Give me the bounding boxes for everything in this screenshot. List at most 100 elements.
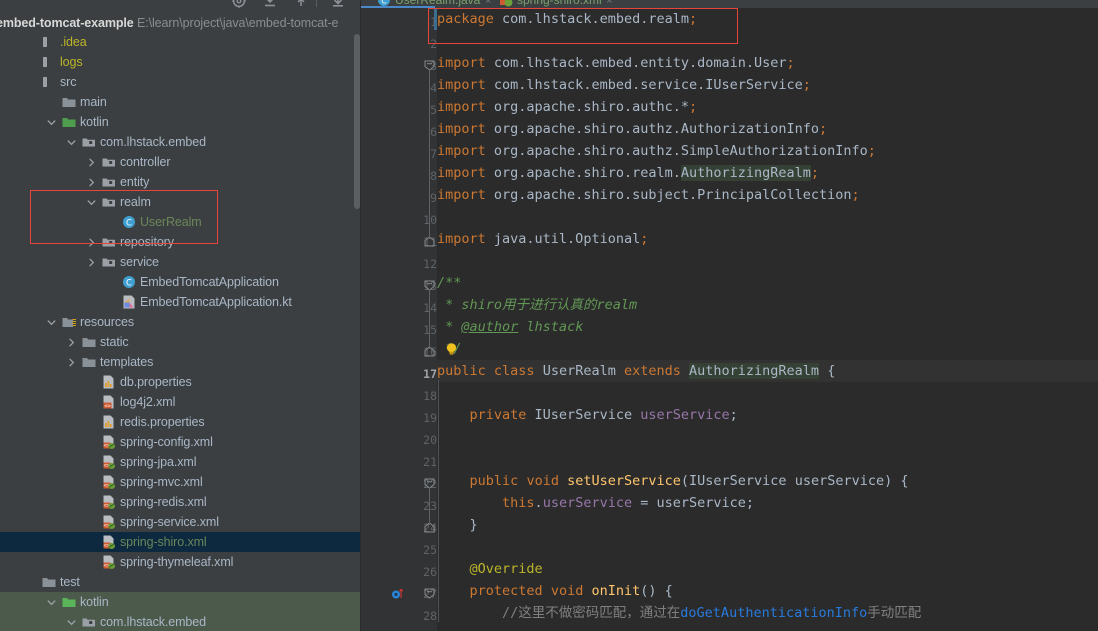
spring-xml-icon: <> [101,514,117,530]
tab-close-icon[interactable]: × [606,0,612,7]
code-line[interactable] [437,536,1098,558]
code-line[interactable]: * shiro用于进行认真的realm [437,294,1098,316]
tree-item-spring-jpa-xml[interactable]: <> spring-jpa.xml [0,452,361,472]
code-line[interactable]: this.userService = userService; [437,492,1098,514]
tree-item-idea[interactable]: .idea [0,32,361,52]
editor-code-area[interactable]: package com.lhstack.embed.realm; import c… [434,8,1098,631]
tree-item-service[interactable]: service [0,252,361,272]
collapse-all-icon[interactable] [262,0,278,9]
line-number: 2 [430,37,437,51]
tree-item-resources[interactable]: resources [0,312,361,332]
tree-item-embedtomcatapplication-kt[interactable]: EmbedTomcatApplication.kt [0,292,361,312]
code-line[interactable] [437,30,1098,52]
tree-item-redis-properties[interactable]: redis.properties [0,412,361,432]
chevron-right-icon[interactable] [86,237,97,248]
code-token: @author [461,319,519,335]
tree-item-realm[interactable]: realm [0,192,361,212]
code-line[interactable]: import com.lhstack.embed.entity.domain.U… [437,52,1098,74]
settings-gear-icon[interactable] [231,0,247,9]
chevron-right-icon[interactable] [66,337,77,348]
tree-item-label: spring-shiro.xml [120,535,207,549]
expand-icon[interactable] [293,0,309,9]
code-token: org.apache.shiro.authc.* [485,99,689,115]
code-token: ; [802,77,811,93]
tree-item-userrealm[interactable]: C UserRealm [0,212,361,232]
tree-item-templates[interactable]: templates [0,352,361,372]
editor-gutter[interactable]: 1234567891011121314151617181920212223242… [361,8,437,631]
tree-item-test[interactable]: test [0,572,361,592]
tree-item-log4j2-xml[interactable]: <> log4j2.xml [0,392,361,412]
tree-item-main[interactable]: main [0,92,361,112]
code-line[interactable]: @Override [437,558,1098,580]
tree-item-controller[interactable]: controller [0,152,361,172]
intention-bulb-icon[interactable] [445,342,458,356]
tree-item-spring-thymeleaf-xml[interactable]: <> spring-thymeleaf.xml [0,552,361,572]
tree-item-spring-config-xml[interactable]: <> spring-config.xml [0,432,361,452]
code-line[interactable]: package com.lhstack.embed.realm; [437,8,1098,30]
chevron-down-icon[interactable] [86,197,97,208]
code-line[interactable]: private IUserService userService; [437,404,1098,426]
code-line[interactable] [437,250,1098,272]
tree-item-kotlin[interactable]: kotlin [0,592,361,612]
chevron-right-icon[interactable] [86,257,97,268]
project-file-tree[interactable]: .idea logs src main kotlin com.lhstack.embed c… [0,32,361,631]
tree-item-spring-shiro-xml[interactable]: <> spring-shiro.xml [0,532,361,552]
chevron-down-icon[interactable] [66,617,77,628]
code-token: java.util.Optional [485,231,641,247]
code-line[interactable]: import com.lhstack.embed.service.IUserSe… [437,74,1098,96]
code-line[interactable] [437,382,1098,404]
tree-item-spring-mvc-xml[interactable]: <> spring-mvc.xml [0,472,361,492]
code-line[interactable]: import org.apache.shiro.realm.Authorizin… [437,162,1098,184]
tree-item-logs[interactable]: logs [0,52,361,72]
code-line[interactable] [437,448,1098,470]
tree-item-com-lhstack-embed[interactable]: com.lhstack.embed [0,612,361,631]
chevron-down-icon[interactable] [66,137,77,148]
code-line[interactable]: import org.apache.shiro.authz.Authorizat… [437,118,1098,140]
tree-item-spring-redis-xml[interactable]: <> spring-redis.xml [0,492,361,512]
code-line[interactable]: */ [437,338,1098,360]
code-line[interactable]: //这里不做密码匹配，通过在doGetAuthenticationInfo手动匹… [437,602,1098,624]
code-line[interactable]: protected void onInit() { [437,580,1098,602]
package-icon [81,614,97,630]
code-line[interactable]: public class UserRealm extends Authorizi… [437,360,1098,382]
tree-item-static[interactable]: static [0,332,361,352]
code-line[interactable]: } [437,514,1098,536]
hide-icon[interactable] [330,0,346,9]
code-line[interactable]: import org.apache.shiro.authz.SimpleAuth… [437,140,1098,162]
line-number: 20 [423,433,437,447]
package-icon [101,254,117,270]
code-line[interactable] [437,206,1098,228]
code-token: ; [640,231,649,247]
code-line[interactable]: /** [437,272,1098,294]
tree-item-embedtomcatapplication[interactable]: C EmbedTomcatApplication [0,272,361,292]
tab-close-icon[interactable]: × [485,0,491,7]
code-line[interactable]: import org.apache.shiro.subject.Principa… [437,184,1098,206]
tree-item-repository[interactable]: repository [0,232,361,252]
chevron-down-icon[interactable] [46,317,57,328]
chevron-down-icon[interactable] [46,117,57,128]
chevron-right-icon[interactable] [66,357,77,368]
tree-item-db-properties[interactable]: db.properties [0,372,361,392]
code-token: lhstack [518,319,584,335]
tree-item-entity[interactable]: entity [0,172,361,192]
code-token: com.lhstack.embed.service.IUserService [485,77,803,93]
tree-item-com-lhstack-embed[interactable]: com.lhstack.embed [0,132,361,152]
tree-item-src[interactable]: src [0,72,361,92]
chevron-right-icon[interactable] [86,177,97,188]
tree-item-spring-service-xml[interactable]: <> spring-service.xml [0,512,361,532]
code-token: ; [688,11,698,27]
tree-item-label: main [80,95,107,109]
project-header-row[interactable]: embed-tomcat-example E:\learn\project\ja… [0,14,361,34]
chevron-down-icon[interactable] [46,597,57,608]
code-line[interactable]: public void setUserService(IUserService … [437,470,1098,492]
code-line[interactable]: import org.apache.shiro.authc.*; [437,96,1098,118]
code-line[interactable]: import java.util.Optional; [437,228,1098,250]
code-line[interactable]: * @author lhstack [437,316,1098,338]
code-line[interactable] [437,426,1098,448]
fold-marker-open[interactable] [424,588,435,599]
tree-item-kotlin[interactable]: kotlin [0,112,361,132]
chevron-right-icon[interactable] [86,157,97,168]
override-method-icon[interactable] [391,587,404,600]
package-icon [101,194,117,210]
